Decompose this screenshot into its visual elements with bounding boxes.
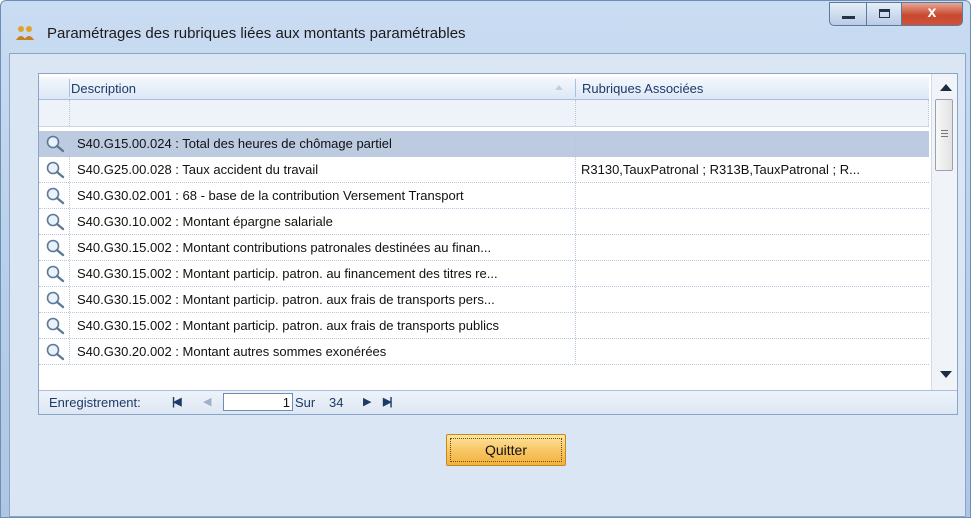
window-title: Paramétrages des rubriques liées aux mon… [47, 25, 466, 42]
of-label: Sur [295, 395, 316, 410]
cell-separator [69, 183, 71, 208]
table-row[interactable]: S40.G25.00.028 : Taux accident du travai… [39, 157, 929, 183]
table-row[interactable]: S40.G30.15.002 : Montant contributions p… [39, 235, 929, 261]
minimize-icon [842, 16, 855, 19]
cell-separator [69, 235, 71, 260]
table-row[interactable]: S40.G30.15.002 : Montant particip. patro… [39, 287, 929, 313]
scroll-down-arrow-icon[interactable] [940, 371, 952, 378]
cell-separator [575, 261, 577, 286]
grip-line [941, 133, 948, 134]
cell-separator [575, 339, 577, 364]
magnifier-icon[interactable] [45, 265, 67, 283]
table-row[interactable]: S40.G30.02.001 : 68 - base de la contrib… [39, 183, 929, 209]
grid-rows: S40.G15.00.024 : Total des heures de chô… [39, 131, 929, 365]
last-record-icon[interactable]: ▶| [383, 395, 392, 408]
previous-record-icon[interactable]: ◀ [203, 395, 211, 408]
cell-separator [575, 131, 577, 156]
focus-rectangle [450, 438, 562, 462]
magnifier-icon[interactable] [45, 187, 67, 205]
cell-separator [69, 261, 71, 286]
title-bar[interactable]: Paramétrages des rubriques liées aux mon… [1, 1, 970, 51]
close-button[interactable]: x [901, 2, 963, 26]
filter-cell-indicator [39, 100, 70, 126]
cell-separator [69, 313, 71, 338]
cell-description[interactable]: S40.G30.20.002 : Montant autres sommes e… [77, 344, 567, 359]
magnifier-icon[interactable] [45, 239, 67, 257]
cell-description[interactable]: S40.G25.00.028 : Taux accident du travai… [77, 162, 567, 177]
table-row[interactable]: S40.G15.00.024 : Total des heures de chô… [39, 131, 929, 157]
navigator-label: Enregistrement: [49, 395, 141, 410]
maximize-icon [879, 9, 890, 18]
total-records: 34 [329, 395, 344, 410]
magnifier-icon[interactable] [45, 291, 67, 309]
column-header-description[interactable]: Description [71, 81, 136, 96]
cell-separator [575, 235, 577, 260]
cell-description[interactable]: S40.G30.02.001 : 68 - base de la contrib… [77, 188, 567, 203]
cell-separator [69, 131, 71, 156]
magnifier-icon[interactable] [45, 161, 67, 179]
client-area: Description Rubriques Associées S40.G15.… [9, 53, 966, 517]
cell-description[interactable]: S40.G30.15.002 : Montant particip. patro… [77, 266, 567, 281]
grip-line [941, 130, 948, 131]
main-window: Paramétrages des rubriques liées aux mon… [0, 0, 971, 518]
table-row[interactable]: S40.G30.15.002 : Montant particip. patro… [39, 261, 929, 287]
cell-separator [575, 287, 577, 312]
cell-separator [69, 287, 71, 312]
sort-ascending-icon [555, 85, 563, 90]
table-row[interactable]: S40.G30.10.002 : Montant épargne salaria… [39, 209, 929, 235]
maximize-button[interactable] [866, 2, 902, 26]
grid-header: Description Rubriques Associées [39, 77, 929, 100]
cell-description[interactable]: S40.G15.00.024 : Total des heures de chô… [77, 136, 567, 151]
cell-separator [69, 209, 71, 234]
magnifier-icon[interactable] [45, 317, 67, 335]
column-separator [69, 79, 70, 97]
cell-description[interactable]: S40.G30.15.002 : Montant particip. patro… [77, 292, 567, 307]
cell-separator [69, 339, 71, 364]
record-navigator: Enregistrement: |◀ ◀ Sur 34 ▶ ▶| [39, 390, 957, 414]
filter-cell-rubriques[interactable] [576, 100, 929, 126]
cell-separator [575, 183, 577, 208]
magnifier-icon[interactable] [45, 213, 67, 231]
people-icon [16, 26, 34, 40]
table-row[interactable]: S40.G30.20.002 : Montant autres sommes e… [39, 339, 929, 365]
data-grid: Description Rubriques Associées S40.G15.… [38, 73, 958, 415]
quit-button[interactable]: Quitter [446, 434, 566, 466]
scroll-up-arrow-icon[interactable] [940, 84, 952, 91]
filter-row [39, 100, 929, 127]
cell-separator [575, 157, 577, 182]
minimize-button[interactable] [829, 2, 867, 26]
filter-cell-description[interactable] [70, 100, 576, 126]
vertical-scrollbar[interactable] [931, 74, 957, 390]
column-header-rubriques[interactable]: Rubriques Associées [582, 81, 703, 96]
current-page-input[interactable] [223, 393, 293, 411]
first-record-icon[interactable]: |◀ [172, 395, 181, 408]
grip-line [941, 136, 948, 137]
next-record-icon[interactable]: ▶ [363, 395, 371, 408]
table-row[interactable]: S40.G30.15.002 : Montant particip. patro… [39, 313, 929, 339]
cell-separator [575, 209, 577, 234]
cell-rubriques[interactable]: R3130,TauxPatronal ; R313B,TauxPatronal … [581, 162, 919, 177]
cell-description[interactable]: S40.G30.15.002 : Montant particip. patro… [77, 318, 567, 333]
cell-separator [69, 157, 71, 182]
magnifier-icon[interactable] [45, 135, 67, 153]
scrollbar-thumb[interactable] [935, 99, 953, 171]
cell-description[interactable]: S40.G30.15.002 : Montant contributions p… [77, 240, 567, 255]
column-separator [575, 79, 576, 97]
magnifier-icon[interactable] [45, 343, 67, 361]
cell-separator [575, 313, 577, 338]
close-icon: x [927, 4, 937, 21]
cell-description[interactable]: S40.G30.10.002 : Montant épargne salaria… [77, 214, 567, 229]
